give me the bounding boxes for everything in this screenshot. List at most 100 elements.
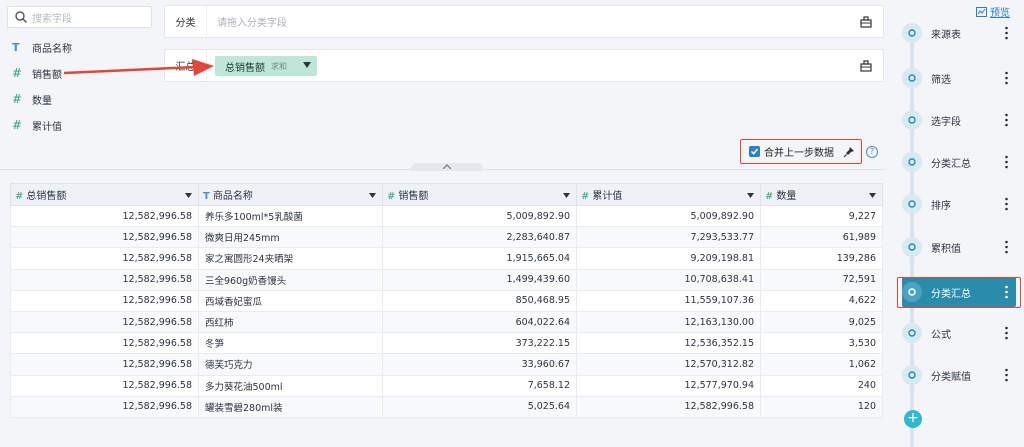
number-type-icon: #: [12, 92, 23, 106]
field-item-quantity[interactable]: # 数量: [12, 90, 52, 108]
table-cell: 冬笋: [198, 332, 383, 355]
more-vertical-icon[interactable]: [1005, 368, 1008, 382]
help-icon[interactable]: ?: [866, 146, 878, 158]
table-cell: 7,658.12: [382, 374, 577, 397]
step-item[interactable]: 排序: [902, 189, 1016, 219]
pin-icon[interactable]: [843, 146, 855, 158]
table-cell: 5,025.64: [382, 395, 577, 418]
source-icon: [902, 23, 922, 43]
field-item-cumulative[interactable]: # 累计值: [12, 116, 62, 134]
table-cell: 604,022.64: [382, 310, 577, 334]
table-row: 12,582,996.58 多力葵花油500ml 7,658.12 12,577,97…: [10, 374, 883, 397]
table-row: 12,582,996.58 家之寓圆形24夹晒架 1,915,665.04 9,209…: [10, 247, 883, 270]
table-row: 12,582,996.58 西域香妃蜜瓜 850,468.95 11,559,107.…: [10, 289, 883, 312]
table-cell: 12,582,996.58: [10, 268, 199, 291]
table-cell: 3,530: [760, 332, 883, 355]
more-vertical-icon[interactable]: [1005, 197, 1008, 211]
filter-icon: [902, 68, 922, 88]
text-type-icon: T: [12, 40, 20, 54]
more-vertical-icon[interactable]: [1005, 326, 1008, 340]
more-vertical-icon[interactable]: [1005, 113, 1008, 127]
more-vertical-icon[interactable]: [1005, 26, 1008, 40]
step-item[interactable]: 累积值: [902, 232, 1016, 262]
collapse-handle[interactable]: [411, 163, 483, 171]
chevron-down-icon[interactable]: [563, 193, 570, 198]
step-label: 选字段: [931, 116, 961, 128]
table-cell: 4,622: [760, 289, 883, 312]
step-item[interactable]: 分类汇总: [902, 147, 1016, 177]
app-root: 搜索字段 T 商品名称 # 销售额 # 数量 # 累计值 分类 请拖入分类字段 …: [0, 0, 1024, 447]
table-cell: 61,989: [760, 226, 883, 249]
table-cell: 7,293,533.77: [576, 226, 761, 249]
checkbox-checked-icon[interactable]: [749, 146, 760, 157]
step-item[interactable]: 分类赋值: [902, 360, 1016, 390]
annotation-arrow-icon: [64, 59, 214, 76]
manage-icon[interactable]: [859, 15, 873, 29]
table-cell: 12,582,996.58: [10, 247, 199, 270]
table-row: 12,582,996.58 三全960g奶香馒头 1,499,439.60 10,70…: [10, 268, 883, 291]
chevron-down-icon[interactable]: [869, 193, 876, 198]
more-vertical-icon[interactable]: [1005, 155, 1008, 169]
summary-drop-zone[interactable]: 汇总 总销售额 求和: [164, 49, 884, 82]
table-cell: 1,062: [760, 353, 883, 376]
preview-table: # 总销售额 T 商品名称 # 销售额 # 累计值 # 数量 12,582,996.58 养…: [10, 183, 883, 418]
field-item-sales[interactable]: # 销售额: [12, 64, 62, 82]
table-cell: 12,582,996.58: [10, 395, 199, 418]
assign-icon: [902, 365, 922, 385]
table-cell: 多力葵花油500ml: [198, 374, 383, 397]
manage-icon[interactable]: [859, 59, 873, 73]
table-cell: 12,163,130.00: [576, 310, 761, 334]
table-cell: 西红柿: [198, 310, 383, 334]
table-cell: 12,582,996.58: [10, 310, 199, 334]
chevron-down-icon[interactable]: [747, 193, 754, 198]
table-cell: 12,582,996.58: [10, 289, 199, 312]
table-cell: 养乐多100ml*5乳酸菌: [198, 204, 383, 228]
table-cell: 12,536,352.15: [576, 332, 761, 355]
step-item[interactable]: 公式: [902, 318, 1016, 348]
field-item-product-name[interactable]: T 商品名称: [12, 38, 72, 56]
table-cell: 850,468.95: [382, 289, 577, 312]
table-row: 12,582,996.58 养乐多100ml*5乳酸菌 5,009,892.90 5,…: [10, 204, 883, 228]
number-type-icon: #: [15, 191, 24, 202]
table-cell: 12,582,996.58: [10, 332, 199, 355]
table-cell: 5,009,892.90: [576, 204, 761, 228]
summary-field-chip[interactable]: 总销售额 求和: [215, 56, 317, 76]
field-search-placeholder: 搜索字段: [32, 13, 72, 25]
category-zone-label: 分类: [165, 6, 207, 37]
field-label: 数量: [32, 95, 52, 107]
chevron-up-icon: [443, 164, 451, 169]
header-label: 商品名称: [212, 191, 253, 202]
column-header-product-name[interactable]: T 商品名称: [198, 183, 383, 206]
table-header-row: # 总销售额 T 商品名称 # 销售额 # 累计值 # 数量: [10, 183, 883, 206]
more-vertical-icon[interactable]: [1005, 71, 1008, 85]
step-item[interactable]: 来源表: [902, 18, 1016, 48]
header-label: 累计值: [592, 191, 623, 202]
step-item[interactable]: 筛选: [902, 63, 1016, 93]
more-vertical-icon[interactable]: [1005, 240, 1008, 254]
preview-link[interactable]: 预览: [976, 4, 1010, 19]
add-step-button[interactable]: +: [904, 410, 922, 428]
table-cell: 120: [760, 395, 883, 418]
table-cell: 240: [760, 374, 883, 397]
category-zone-placeholder: 请拖入分类字段: [217, 18, 287, 29]
field-search-input[interactable]: 搜索字段: [7, 6, 152, 28]
table-row: 12,582,996.58 西红柿 604,022.64 12,163,130.00 9…: [10, 310, 883, 334]
column-header-cumulative[interactable]: # 累计值: [576, 183, 761, 206]
step-item[interactable]: 选字段: [902, 105, 1016, 135]
header-label: 总销售额: [26, 191, 67, 202]
column-header-quantity[interactable]: # 数量: [760, 183, 883, 206]
column-header-sales[interactable]: # 销售额: [382, 183, 577, 206]
header-label: 销售额: [398, 191, 429, 202]
column-header-total-sales[interactable]: # 总销售额: [10, 183, 199, 206]
table-cell: 12,582,996.58: [10, 353, 199, 376]
chevron-down-icon[interactable]: [369, 193, 376, 198]
table-cell: 5,009,892.90: [382, 204, 577, 228]
chevron-down-icon[interactable]: [303, 62, 311, 68]
number-type-icon: #: [581, 191, 590, 202]
merge-previous-checkbox[interactable]: 合并上一步数据: [740, 139, 862, 164]
category-drop-zone[interactable]: 分类 请拖入分类字段: [164, 5, 884, 38]
chevron-down-icon[interactable]: [185, 193, 192, 198]
table-cell: 9,209,198.81: [576, 247, 761, 270]
chip-label: 总销售额: [225, 62, 265, 74]
table-cell: 12,577,970.94: [576, 374, 761, 397]
